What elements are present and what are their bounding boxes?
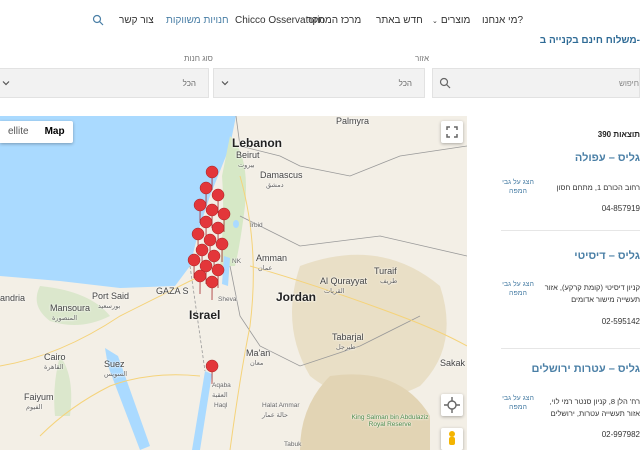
map-button[interactable]: Map <box>37 121 73 143</box>
search-icon[interactable] <box>92 14 104 26</box>
show-on-map-link[interactable]: הצג על גבי המפה <box>501 394 535 412</box>
map-label-qurayyat: Al Qurayyat <box>320 276 368 286</box>
area-select-value: הכל <box>398 79 412 88</box>
map-label-tabuk: Tabuk <box>284 441 302 448</box>
store-name[interactable]: גליס – עטרות ירושלים <box>532 363 640 375</box>
map-label-tabarjal-ar: طبرجل <box>336 344 356 351</box>
chevron-down-icon <box>221 81 229 86</box>
map-label-mansoura: Mansoura <box>50 303 91 313</box>
map-label-maan: Ma'an <box>246 348 271 358</box>
top-nav: מי אנחנו? ⌄ מוצרים חדש באתר מרכז המחקר Ch… <box>0 0 640 46</box>
map-label-beirut: Beirut <box>236 150 260 160</box>
map-label-cairo: Cairo <box>44 352 66 362</box>
map-label-tabarjal: Tabarjal <box>332 332 364 342</box>
map-label-sheva: Sheva <box>218 296 237 303</box>
page: מי אנחנו? ⌄ מוצרים חדש באתר מרכז המחקר Ch… <box>0 0 640 450</box>
free-shipping-banner[interactable]: משלוח חינם בקנייה ב- <box>540 35 640 46</box>
map-label-amman: Amman <box>256 253 288 263</box>
my-location-button[interactable] <box>441 394 463 416</box>
magnifier-icon <box>439 77 451 89</box>
map-label-beirut-ar: بيروت <box>238 162 255 169</box>
map-label-turaif: Turaif <box>374 266 397 276</box>
chevron-down-icon: ⌄ <box>432 18 438 25</box>
map-label-damascus-ar: دمشق <box>266 182 284 189</box>
type-select-value: הכל <box>182 79 196 88</box>
map-label-nk: NK <box>232 258 242 265</box>
divider <box>501 348 640 349</box>
store-address: רח' הלן 8, קניון סנטר רמי לוי, אזור תעשי… <box>549 397 640 418</box>
map-type-control[interactable]: ellite Map <box>0 121 73 143</box>
map-label-irbid: Irbid <box>250 222 263 229</box>
type-filter-label: סוג חנות <box>184 54 213 63</box>
map-label-palmyra: Palmyra <box>336 116 370 126</box>
fullscreen-button[interactable] <box>441 121 463 143</box>
area-select[interactable]: הכל <box>213 68 425 98</box>
map-label-hala-ammar: Halat Ammar <box>262 402 300 409</box>
map-label-suez: Suez <box>104 359 125 369</box>
map-label-qurayyat-ar: القريات <box>324 288 345 295</box>
area-filter-label: אזור <box>415 54 429 63</box>
show-on-map-link[interactable]: הצג על גבי המפה <box>501 280 535 298</box>
satellite-button[interactable]: ellite <box>0 121 37 143</box>
map-label-gaza: GAZA S <box>156 286 189 296</box>
store-phone: 04-857919 <box>601 204 640 213</box>
store-address: קניון דיסיטי (קומת קרקע), אזור תעשייה מי… <box>544 283 640 304</box>
map-label-cairo-ar: القاهرة <box>44 364 64 371</box>
map-label-aqaba: Aqaba <box>212 382 231 389</box>
nav-contact[interactable]: צור קשר <box>119 15 154 26</box>
store-map[interactable]: Lebanon Beirut بيروت Damascus دمشق Palmy… <box>0 116 467 450</box>
pegman-icon <box>449 431 455 445</box>
map-label-alexandria: andria <box>0 293 26 303</box>
crosshair-icon <box>444 397 460 413</box>
nav-osservatorio[interactable]: Chicco Osservatorio <box>235 15 325 26</box>
map-label-jordan: Jordan <box>276 290 317 304</box>
map-label-hala-ammar-ar: حالة عمار <box>262 412 289 419</box>
map-label-park: King Salman bin Abdulaziz Royal Reserve <box>351 414 429 428</box>
chevron-down-icon <box>2 81 10 86</box>
nav-products-label: מוצרים <box>440 15 471 26</box>
map-label-sakaka: Sakak <box>440 358 466 368</box>
map-label-amman-ar: عمان <box>258 265 273 272</box>
map-label-suez-ar: السويس <box>104 371 128 378</box>
nav-products[interactable]: ⌄ מוצרים <box>432 15 470 26</box>
map-label-israel: Israel <box>189 308 221 322</box>
type-select[interactable]: הכל <box>0 68 209 98</box>
store-phone: 02-997982 <box>601 430 640 439</box>
divider <box>501 230 640 231</box>
search-input[interactable]: חיפוש <box>432 68 640 98</box>
nav-new[interactable]: חדש באתר <box>376 15 423 26</box>
map-label-port-said: Port Said <box>92 291 130 301</box>
map-label-faiyum: Faiyum <box>24 392 54 402</box>
map-label-faiyum-ar: الفيوم <box>26 404 43 411</box>
map-label-port-said-ar: بورسعيد <box>98 303 121 310</box>
store-name[interactable]: גליס – עפולה <box>575 152 640 164</box>
store-name[interactable]: גליס – דיסיטי <box>574 250 640 262</box>
map-label-damascus: Damascus <box>260 170 303 180</box>
pegman-button[interactable] <box>441 428 463 450</box>
results-panel: 390 תוצאות גליס – עפולה רחוב הכורם 1, מת… <box>467 116 640 450</box>
map-label-lebanon: Lebanon <box>232 136 282 150</box>
map-label-turaif-ar: طريف <box>380 278 398 285</box>
results-count: 390 תוצאות <box>597 130 640 139</box>
show-on-map-link[interactable]: הצג על גבי המפה <box>501 178 535 196</box>
store-address: רחוב הכורם 1, מתחם חסון <box>556 183 640 192</box>
nav-stores[interactable]: חנויות משווקות <box>166 15 229 26</box>
map-label-mansoura-ar: المنصورة <box>52 315 78 322</box>
map-label-aqaba-ar: العقبة <box>212 392 228 399</box>
nav-about[interactable]: מי אנחנו? <box>482 15 523 26</box>
fullscreen-icon <box>446 126 458 138</box>
store-phone: 02-595142 <box>601 317 640 326</box>
map-label-haql: Haql <box>214 402 228 409</box>
search-placeholder: חיפוש <box>619 79 639 88</box>
map-label-maan-ar: معان <box>250 360 264 367</box>
